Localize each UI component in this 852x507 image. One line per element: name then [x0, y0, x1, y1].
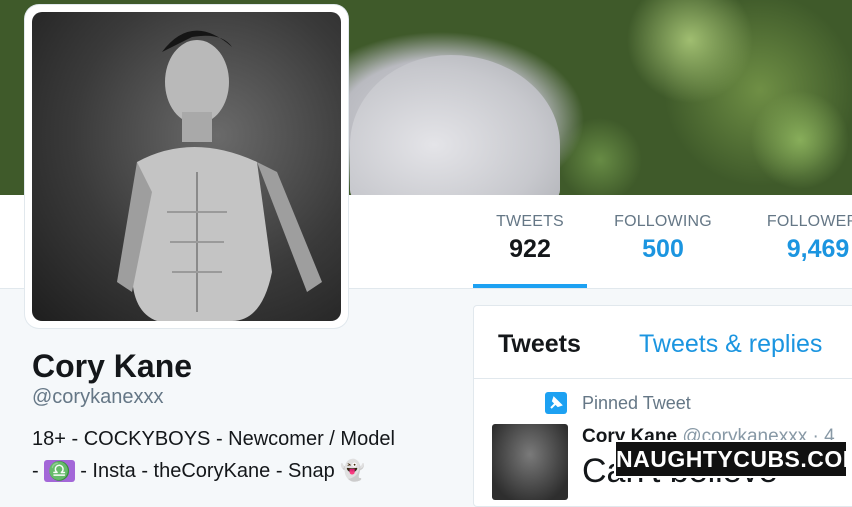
bio-line-2-suffix: - Insta - theCoryKane - Snap 👻 [74, 460, 366, 482]
pinned-tweet-label: Pinned Tweet [582, 393, 691, 413]
stat-followers-label: FOLLOWERS [766, 213, 852, 230]
watermark-logo: NAUGHTYCUBS.COM [614, 440, 852, 478]
card-divider [474, 378, 852, 379]
tweet-author-avatar[interactable] [492, 424, 568, 500]
avatar[interactable] [25, 5, 348, 328]
stat-followers[interactable]: FOLLOWERS 9,469 [758, 213, 852, 288]
profile-name[interactable]: Cory Kane [32, 348, 192, 385]
stat-following[interactable]: FOLLOWING 500 [606, 213, 720, 288]
profile-bio-line-1: 18+ - COCKYBOYS - Newcomer / Model [32, 428, 395, 450]
stat-following-label: FOLLOWING [614, 213, 712, 230]
tab-tweets-and-replies[interactable]: Tweets & replies [639, 330, 822, 359]
header-photo-subject [350, 55, 560, 195]
avatar-photo [32, 12, 341, 321]
pin-icon [545, 392, 567, 414]
stat-tweets[interactable]: TWEETS 922 [473, 213, 587, 288]
avatar-figure [117, 30, 322, 321]
profile-handle[interactable]: @corykanexxx [32, 386, 163, 409]
stat-tweets-value: 922 [509, 235, 551, 263]
stat-tweets-label: TWEETS [496, 213, 564, 230]
libra-icon: ♎ [44, 460, 75, 482]
stat-following-value: 500 [642, 235, 684, 263]
profile-bio-line-2: - ♎ - Insta - theCoryKane - Snap 👻 [32, 458, 365, 483]
bio-line-2-prefix: - [32, 460, 45, 482]
stat-followers-value: 9,469 [786, 235, 850, 263]
tab-tweets[interactable]: Tweets [498, 330, 581, 359]
